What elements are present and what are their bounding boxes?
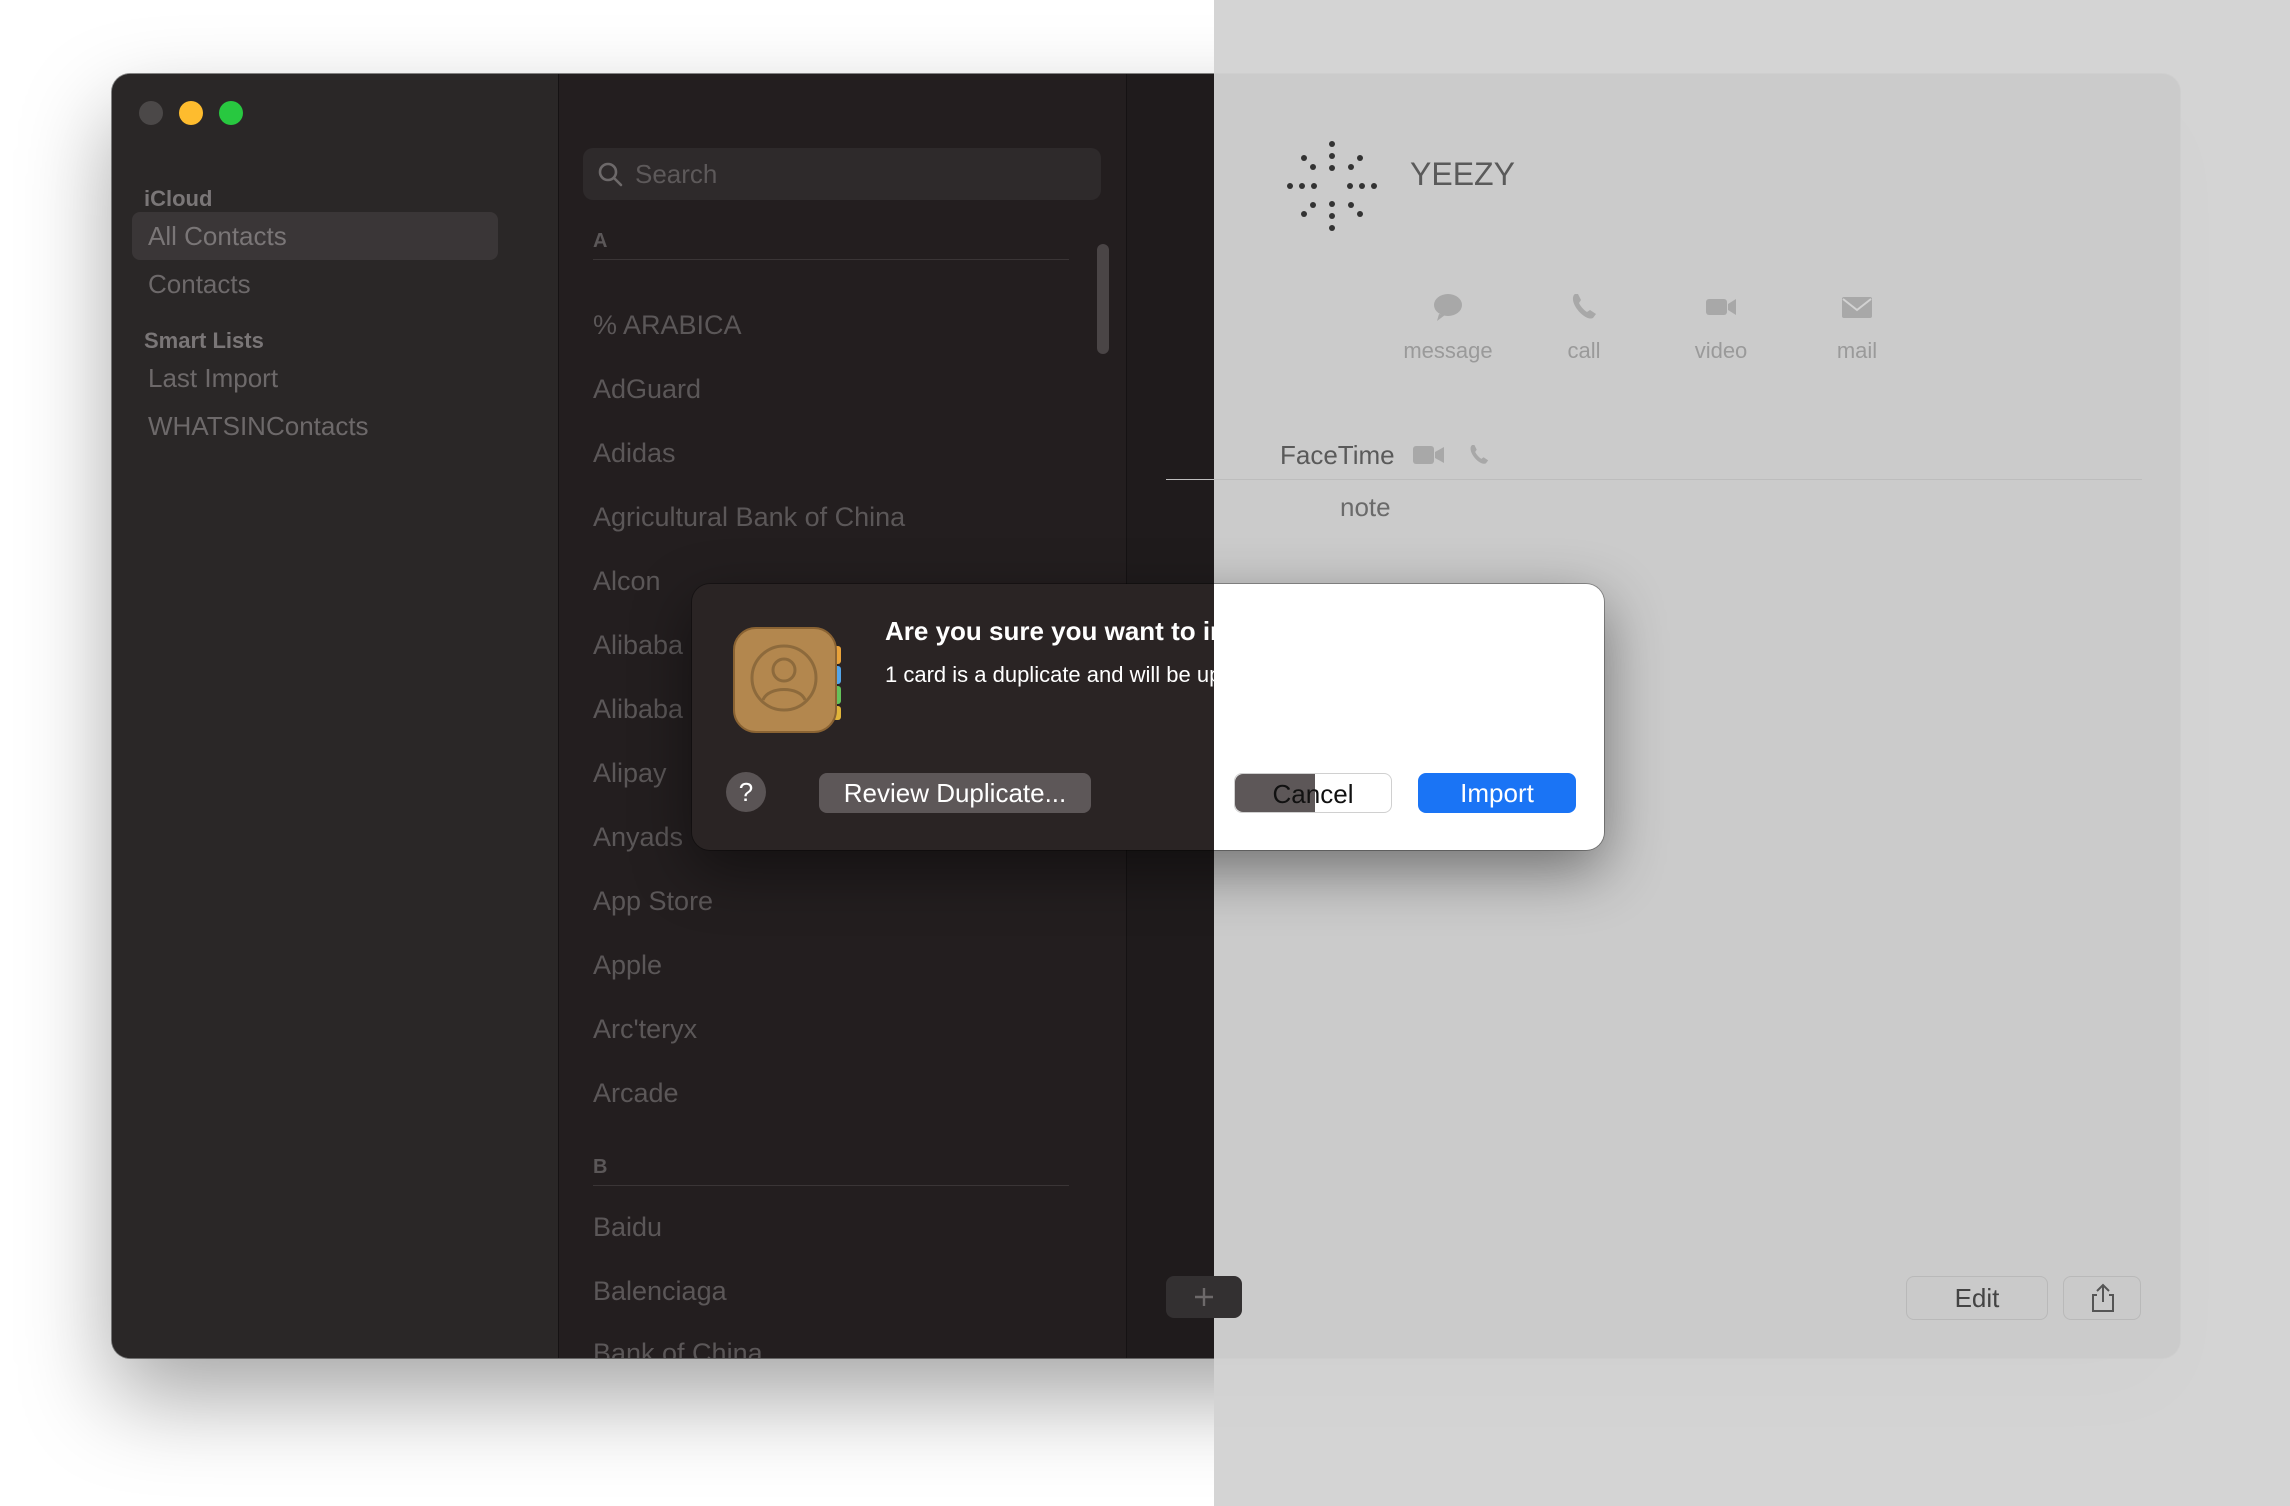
search-placeholder: Search <box>635 159 718 189</box>
section-divider <box>593 1185 1069 1186</box>
section-divider <box>593 259 1069 260</box>
list-item[interactable]: Alcon <box>593 566 661 597</box>
minimize-window-button[interactable] <box>179 101 203 125</box>
mail-label: mail <box>1836 338 1878 363</box>
sidebar-section-icloud: iCloud <box>144 186 213 211</box>
message-icon <box>1434 294 1462 321</box>
video-camera-icon <box>1706 299 1736 315</box>
review-duplicate-button[interactable]: Review Duplicate... <box>819 773 1091 813</box>
call-action[interactable]: call <box>1524 290 1644 364</box>
facetime-label: FaceTime <box>1280 440 1395 470</box>
list-item[interactable]: Arcade <box>593 1078 679 1109</box>
sidebar-item-all-contacts[interactable]: All Contacts <box>132 212 498 260</box>
import-button[interactable]: Import <box>1418 773 1576 813</box>
list-item[interactable]: Alibaba <box>593 694 683 725</box>
contact-name: YEEZY <box>1410 156 1515 192</box>
import-confirmation-dialog: Are you sure you want to import 1 card? … <box>692 584 1604 850</box>
search-icon <box>598 162 623 187</box>
section-letter-b: B <box>593 1156 608 1178</box>
dialog-message: 1 card is a duplicate and will be update… <box>885 662 1283 687</box>
add-field-button[interactable] <box>1166 1276 1242 1318</box>
close-window-button[interactable] <box>139 101 163 125</box>
sidebar-item-last-import[interactable]: Last Import <box>132 354 498 402</box>
search-field[interactable]: Search <box>583 148 1101 200</box>
list-item[interactable]: % ARABICA <box>593 310 742 341</box>
list-item[interactable]: Balenciaga <box>593 1276 727 1307</box>
loading-spinner-icon <box>1287 141 1377 231</box>
list-item[interactable]: Bank of China <box>593 1338 763 1358</box>
dialog-title: Are you sure you want to import 1 card? <box>885 616 1384 646</box>
video-action[interactable]: video <box>1661 290 1781 364</box>
section-letter-a: A <box>593 230 608 252</box>
list-item[interactable]: Baidu <box>593 1212 662 1243</box>
share-button[interactable] <box>2063 1276 2141 1320</box>
contacts-app-icon <box>733 627 841 733</box>
phone-icon <box>1572 294 1596 319</box>
call-label: call <box>1567 338 1601 363</box>
help-button[interactable]: ? <box>726 772 766 812</box>
cancel-button[interactable]: Cancel <box>1234 773 1392 813</box>
message-label: message <box>1403 338 1493 363</box>
message-action[interactable]: message <box>1388 290 1508 364</box>
list-item[interactable]: Agricultural Bank of China <box>593 502 905 533</box>
video-label: video <box>1694 338 1748 363</box>
list-item[interactable]: Apple <box>593 950 662 981</box>
cancel-button-label: Cancel <box>1272 779 1354 809</box>
list-item[interactable]: Arc'teryx <box>593 1014 697 1045</box>
list-item[interactable]: Alipay <box>593 758 667 789</box>
mail-icon <box>1842 297 1872 318</box>
sidebar-section-smart-lists: Smart Lists <box>144 328 264 353</box>
list-item[interactable]: Alibaba <box>593 630 683 661</box>
facetime-video-icon[interactable] <box>1412 443 1446 467</box>
plus-icon <box>1195 1288 1213 1306</box>
maximize-window-button[interactable] <box>219 101 243 125</box>
list-item[interactable]: Anyads <box>593 822 683 853</box>
mail-action[interactable]: mail <box>1797 290 1917 364</box>
list-item[interactable]: AdGuard <box>593 374 701 405</box>
sidebar-item-contacts[interactable]: Contacts <box>132 260 498 308</box>
share-icon <box>2092 1283 2114 1312</box>
list-item[interactable]: Adidas <box>593 438 676 469</box>
sidebar: iCloud All Contacts Contacts Smart Lists… <box>112 74 559 1358</box>
detail-divider <box>1166 479 2142 480</box>
facetime-audio-icon[interactable] <box>1466 442 1492 468</box>
edit-button[interactable]: Edit <box>1906 1276 2048 1320</box>
sidebar-item-whatsincontacts[interactable]: WHATSINContacts <box>132 402 498 450</box>
note-label: note <box>1340 492 1391 522</box>
list-item[interactable]: App Store <box>593 886 713 917</box>
list-scrollbar[interactable] <box>1097 244 1109 354</box>
